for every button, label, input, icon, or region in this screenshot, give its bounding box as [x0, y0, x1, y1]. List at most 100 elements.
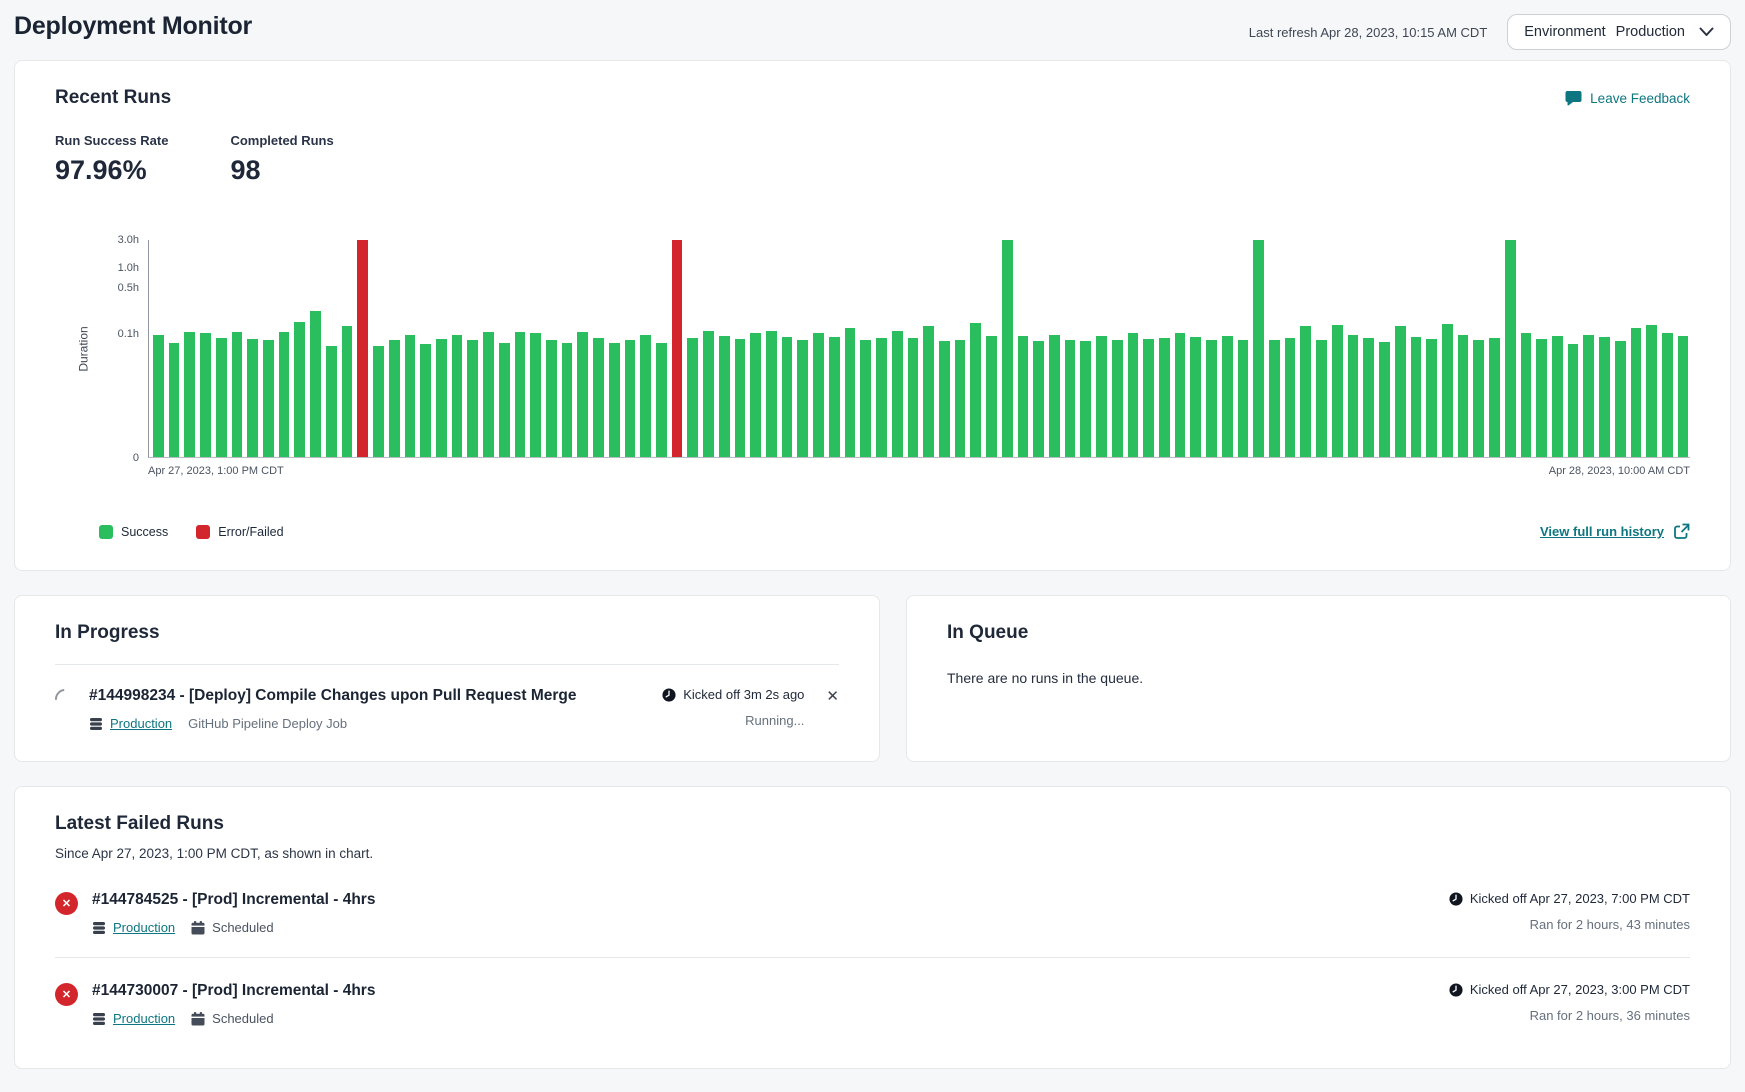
run-bar-success[interactable] — [216, 338, 227, 457]
run-bar-success[interactable] — [1080, 341, 1091, 457]
run-bar-success[interactable] — [1002, 240, 1013, 457]
production-link[interactable]: Production — [92, 920, 175, 935]
run-bar-success[interactable] — [546, 340, 557, 457]
run-bar-success[interactable] — [1442, 324, 1453, 457]
run-bar-error[interactable] — [357, 240, 368, 457]
run-bar-success[interactable] — [1473, 340, 1484, 457]
production-link[interactable]: Production — [92, 1011, 175, 1026]
run-bar-success[interactable] — [1379, 342, 1390, 457]
view-run-history-link[interactable]: View full run history — [1540, 523, 1690, 540]
run-bar-success[interactable] — [876, 338, 887, 457]
run-bar-success[interactable] — [1536, 339, 1547, 457]
run-bar-success[interactable] — [1222, 336, 1233, 457]
run-bar-success[interactable] — [1363, 338, 1374, 457]
run-bar-success[interactable] — [1521, 333, 1532, 457]
run-bar-success[interactable] — [1285, 338, 1296, 457]
run-bar-success[interactable] — [970, 323, 981, 457]
run-bar-success[interactable] — [420, 344, 431, 457]
run-bar-success[interactable] — [1206, 340, 1217, 457]
run-bar-success[interactable] — [797, 340, 808, 457]
run-bar-success[interactable] — [405, 335, 416, 457]
run-bar-success[interactable] — [892, 331, 903, 457]
run-bar-success[interactable] — [1426, 339, 1437, 457]
run-bar-success[interactable] — [1615, 341, 1626, 457]
run-bar-success[interactable] — [200, 333, 211, 457]
run-bar-success[interactable] — [1049, 335, 1060, 457]
run-bar-success[interactable] — [452, 335, 463, 457]
run-bar-success[interactable] — [247, 339, 258, 457]
production-link[interactable]: Production — [89, 716, 172, 731]
run-bar-success[interactable] — [483, 332, 494, 457]
run-bar-success[interactable] — [860, 340, 871, 457]
run-bar-success[interactable] — [169, 343, 180, 457]
run-bar-success[interactable] — [1489, 338, 1500, 457]
run-bar-success[interactable] — [1583, 335, 1594, 457]
run-bar-success[interactable] — [1631, 328, 1642, 457]
run-bar-success[interactable] — [1128, 333, 1139, 457]
run-bar-success[interactable] — [1568, 344, 1579, 457]
run-bar-success[interactable] — [923, 326, 934, 457]
run-bar-success[interactable] — [1395, 326, 1406, 457]
run-bar-success[interactable] — [609, 343, 620, 457]
run-bar-success[interactable] — [1458, 335, 1469, 457]
run-bar-success[interactable] — [687, 338, 698, 457]
run-bar-success[interactable] — [232, 332, 243, 457]
run-bar-success[interactable] — [1599, 337, 1610, 457]
run-bar-success[interactable] — [719, 336, 730, 457]
run-bar-success[interactable] — [939, 341, 950, 457]
run-bar-success[interactable] — [656, 343, 667, 457]
run-bar-success[interactable] — [829, 337, 840, 457]
run-bar-success[interactable] — [515, 332, 526, 457]
run-bar-success[interactable] — [1238, 340, 1249, 457]
run-bar-success[interactable] — [1143, 339, 1154, 457]
run-bar-success[interactable] — [1269, 340, 1280, 457]
run-bar-success[interactable] — [1662, 333, 1673, 457]
run-bar-success[interactable] — [986, 336, 997, 457]
run-bar-success[interactable] — [1411, 337, 1422, 457]
run-bar-success[interactable] — [1096, 336, 1107, 457]
run-bar-success[interactable] — [389, 340, 400, 457]
run-bar-success[interactable] — [1190, 337, 1201, 457]
run-bar-success[interactable] — [263, 340, 274, 457]
run-bar-success[interactable] — [955, 340, 966, 457]
run-bar-success[interactable] — [184, 332, 195, 457]
close-button[interactable]: ✕ — [826, 687, 839, 707]
run-bar-success[interactable] — [593, 338, 604, 457]
environment-dropdown[interactable]: Environment Production — [1507, 14, 1731, 50]
run-bar-success[interactable] — [813, 333, 824, 457]
run-bar-success[interactable] — [782, 337, 793, 457]
run-bar-success[interactable] — [1646, 325, 1657, 457]
run-bar-success[interactable] — [326, 346, 337, 458]
run-bar-success[interactable] — [530, 333, 541, 457]
run-bar-success[interactable] — [1112, 340, 1123, 457]
run-bar-success[interactable] — [436, 339, 447, 457]
run-bar-success[interactable] — [1300, 326, 1311, 457]
run-bar-success[interactable] — [908, 338, 919, 457]
run-bar-success[interactable] — [562, 343, 573, 457]
run-bar-success[interactable] — [294, 322, 305, 457]
run-bar-success[interactable] — [1552, 336, 1563, 457]
run-bar-success[interactable] — [577, 332, 588, 457]
run-bar-success[interactable] — [153, 335, 164, 457]
run-bar-success[interactable] — [703, 331, 714, 457]
run-bar-error[interactable] — [672, 240, 683, 457]
run-bar-success[interactable] — [1505, 240, 1516, 457]
run-bar-success[interactable] — [467, 340, 478, 457]
run-bar-success[interactable] — [1316, 340, 1327, 457]
run-bar-success[interactable] — [310, 311, 321, 457]
run-bar-success[interactable] — [1159, 338, 1170, 457]
run-bar-success[interactable] — [750, 333, 761, 457]
run-bar-success[interactable] — [1348, 335, 1359, 457]
run-bar-success[interactable] — [766, 331, 777, 457]
run-bar-success[interactable] — [1033, 341, 1044, 457]
run-bar-success[interactable] — [1065, 340, 1076, 457]
run-bar-success[interactable] — [1332, 325, 1343, 457]
run-bar-success[interactable] — [845, 328, 856, 457]
run-bar-success[interactable] — [1175, 333, 1186, 457]
run-bar-success[interactable] — [1253, 240, 1264, 457]
run-bar-success[interactable] — [1018, 336, 1029, 457]
run-bar-success[interactable] — [735, 339, 746, 457]
run-bar-success[interactable] — [373, 346, 384, 458]
run-bar-success[interactable] — [279, 332, 290, 457]
run-bar-success[interactable] — [499, 343, 510, 457]
